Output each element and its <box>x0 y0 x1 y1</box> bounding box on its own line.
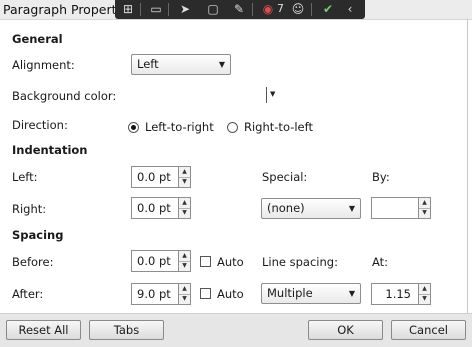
after-auto-checkbox[interactable] <box>200 288 211 299</box>
spacing-after-input[interactable]: 9.0 pt <box>131 283 178 305</box>
window-edge <box>467 19 468 341</box>
indentation-heading: Indentation <box>12 143 88 157</box>
indent-right-label: Right: <box>12 202 47 216</box>
special-dropdown[interactable]: (none) ▼ <box>261 198 361 219</box>
line-spacing-label: Line spacing: <box>262 255 338 269</box>
by-spinbox[interactable]: ▲ ▼ <box>371 197 431 219</box>
tabs-button[interactable]: Tabs <box>89 320 164 340</box>
alignment-label: Alignment: <box>12 58 75 72</box>
indent-right-input[interactable]: 0.0 pt <box>131 197 178 219</box>
after-auto-label[interactable]: Auto <box>217 287 244 301</box>
video-icon[interactable]: ▭ <box>148 2 164 17</box>
check-icon[interactable]: ✔ <box>320 2 336 17</box>
at-label: At: <box>372 255 389 269</box>
recording-toolbar: ⊞ ▭ ➤ ▢ ✎ ◉ 7 ☺ ✔ ‹ <box>115 0 365 19</box>
direction-ltr-radio[interactable] <box>128 122 139 133</box>
line-spacing-dropdown[interactable]: Multiple ▼ <box>261 283 361 304</box>
collapse-arrow-icon[interactable]: ‹ <box>342 2 358 17</box>
spin-down-icon[interactable]: ▼ <box>419 294 430 304</box>
chevron-down-icon: ▼ <box>348 204 355 213</box>
indent-left-input[interactable]: 0.0 pt <box>131 166 178 188</box>
by-label: By: <box>372 170 390 184</box>
accessibility-icon[interactable]: ☺ <box>290 2 306 17</box>
indent-left-label: Left: <box>12 170 38 184</box>
spin-down-icon[interactable]: ▼ <box>179 294 190 304</box>
cancel-button[interactable]: Cancel <box>391 320 466 340</box>
reset-all-button[interactable]: Reset All <box>6 320 81 340</box>
spacing-before-spinbox[interactable]: 0.0 pt ▲ ▼ <box>131 250 191 272</box>
spacing-heading: Spacing <box>12 228 64 242</box>
indent-right-spinbox[interactable]: 0.0 pt ▲ ▼ <box>131 197 191 219</box>
alignment-value: Left <box>137 57 159 71</box>
window-title: Paragraph Properti <box>3 2 120 17</box>
pen-icon[interactable]: ✎ <box>231 2 247 17</box>
spacing-after-spinbox[interactable]: 9.0 pt ▲ ▼ <box>131 283 191 305</box>
record-icon[interactable]: ◉ <box>260 2 276 17</box>
before-auto-checkbox[interactable] <box>200 256 211 267</box>
cursor-icon[interactable]: ➤ <box>177 2 193 17</box>
chevron-down-icon: ▼ <box>270 90 276 98</box>
special-label: Special: <box>262 170 308 184</box>
at-spinbox[interactable]: 1.15 ▲ ▼ <box>371 283 431 305</box>
spacing-after-label: After: <box>12 287 44 301</box>
alignment-dropdown[interactable]: Left ▼ <box>131 54 231 75</box>
spin-down-icon[interactable]: ▼ <box>179 208 190 218</box>
ok-button[interactable]: OK <box>308 320 383 340</box>
direction-label: Direction: <box>12 118 68 132</box>
before-auto-label[interactable]: Auto <box>217 255 244 269</box>
chevron-down-icon: ▼ <box>348 289 355 298</box>
indent-left-spinbox[interactable]: 0.0 pt ▲ ▼ <box>131 166 191 188</box>
spacing-before-input[interactable]: 0.0 pt <box>131 250 178 272</box>
direction-rtl-radio[interactable] <box>227 122 238 133</box>
chevron-down-icon: ▼ <box>218 60 225 69</box>
general-heading: General <box>12 32 63 46</box>
background-color-label: Background color: <box>12 89 117 103</box>
spin-down-icon[interactable]: ▼ <box>419 208 430 218</box>
background-color-picker[interactable]: ▼ <box>266 87 280 103</box>
record-count: 7 <box>277 2 284 15</box>
frame-icon[interactable]: ▢ <box>205 2 221 17</box>
spin-down-icon[interactable]: ▼ <box>179 177 190 187</box>
at-input[interactable]: 1.15 <box>371 283 418 305</box>
direction-rtl-label[interactable]: Right-to-left <box>244 120 313 134</box>
by-input[interactable] <box>371 197 418 219</box>
spacing-before-label: Before: <box>12 255 54 269</box>
direction-ltr-label[interactable]: Left-to-right <box>145 120 214 134</box>
add-marker-icon[interactable]: ⊞ <box>120 2 136 17</box>
line-spacing-value: Multiple <box>267 286 313 300</box>
special-value: (none) <box>267 201 305 215</box>
spin-down-icon[interactable]: ▼ <box>179 261 190 271</box>
